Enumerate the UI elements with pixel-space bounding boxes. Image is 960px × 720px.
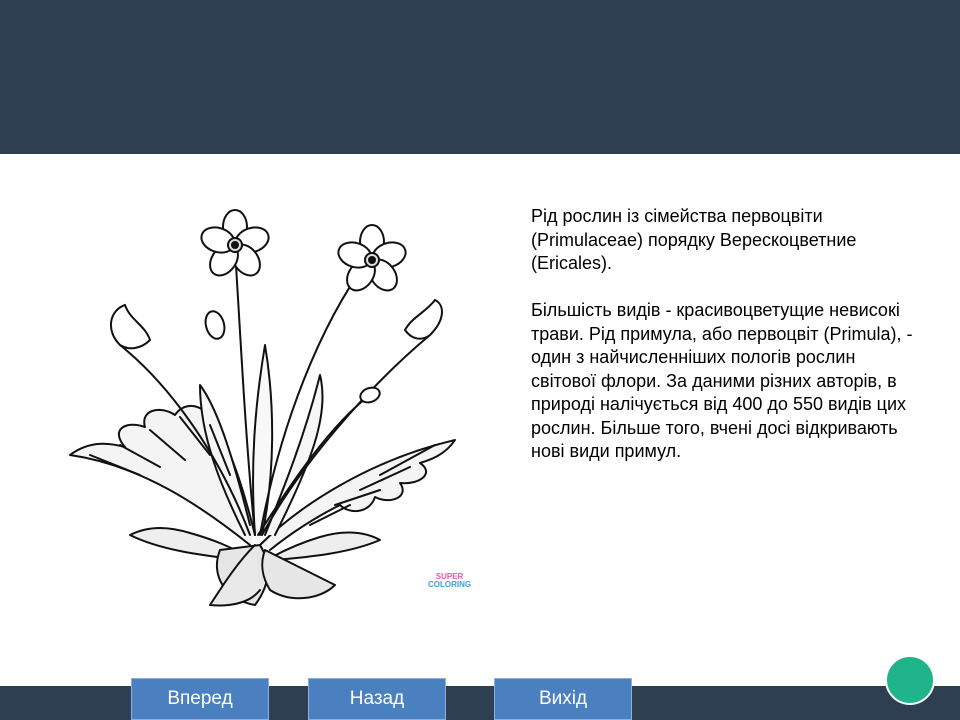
back-button[interactable]: Назад — [308, 678, 446, 720]
exit-button[interactable]: Вихід — [494, 678, 632, 720]
forward-button[interactable]: Вперед — [131, 678, 269, 720]
description-paragraph-2: Більшість видів - красивоцветущие невисо… — [531, 300, 913, 461]
primula-illustration — [69, 209, 456, 607]
description-paragraph-1: Рід рослин із сімейства первоцвіти (Prim… — [531, 206, 857, 273]
description-text: Рід рослин із сімейства первоцвіти (Prim… — [531, 205, 921, 487]
header-bar — [0, 0, 960, 154]
green-circle-button[interactable] — [885, 655, 935, 705]
super-coloring-watermark: SUPER COLORING — [428, 573, 471, 589]
watermark-line-2: COLORING — [428, 580, 472, 589]
